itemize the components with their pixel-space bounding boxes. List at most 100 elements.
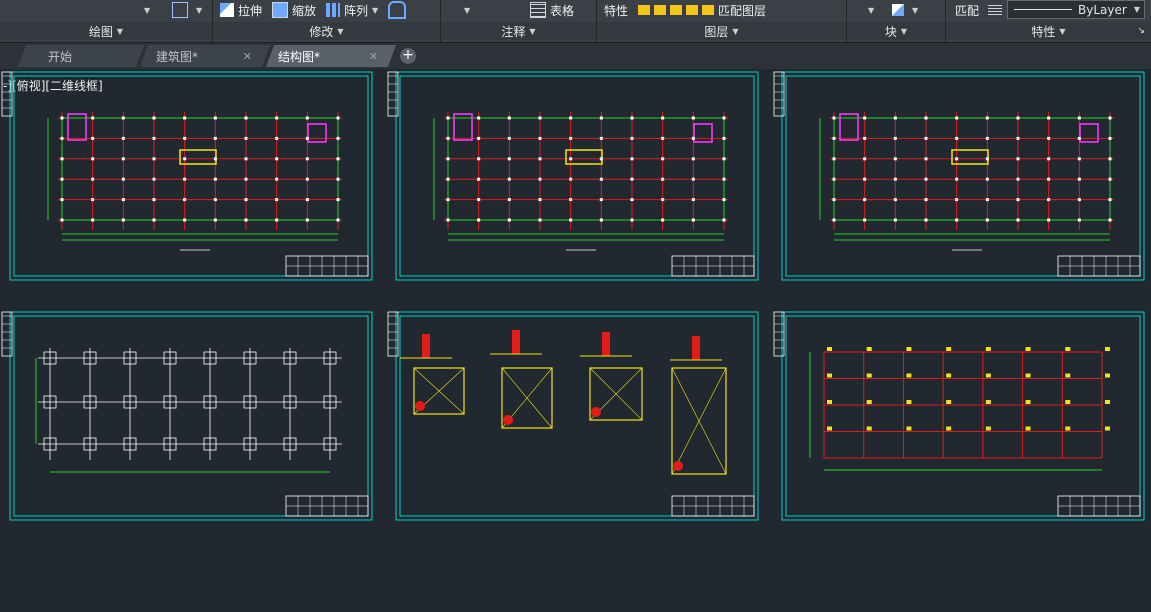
panel-title-annotation[interactable]: 注释 ▼ bbox=[441, 22, 596, 40]
close-icon[interactable]: ✕ bbox=[369, 50, 378, 63]
block-edit-button[interactable]: ▼ bbox=[892, 0, 918, 20]
layer-off-icon[interactable] bbox=[654, 5, 667, 15]
column-mark bbox=[569, 177, 573, 181]
column-mark bbox=[1047, 177, 1051, 181]
column-tag bbox=[985, 347, 991, 351]
column-mark bbox=[1016, 157, 1020, 161]
layer-properties-button[interactable]: 特性 bbox=[604, 2, 628, 19]
column-mark bbox=[121, 177, 125, 181]
column-tag bbox=[906, 400, 912, 404]
sheet-inner-border bbox=[399, 75, 755, 277]
column-mark bbox=[1108, 136, 1112, 140]
panel-title-properties[interactable]: 特性 ▼ ↘ bbox=[946, 22, 1151, 40]
column-mark bbox=[60, 198, 64, 202]
column-mark bbox=[985, 116, 989, 120]
column-mark bbox=[985, 136, 989, 140]
scale-button[interactable]: 缩放 bbox=[272, 2, 316, 19]
column-mark bbox=[183, 177, 187, 181]
column-mark bbox=[446, 177, 450, 181]
lineweight-icon[interactable] bbox=[988, 0, 1002, 20]
block-insert-caret[interactable]: ▼ bbox=[864, 0, 874, 20]
column-mark bbox=[1077, 157, 1081, 161]
stretch-button[interactable]: 拉伸 bbox=[220, 2, 262, 19]
stair-symbol bbox=[307, 123, 327, 143]
column-mark bbox=[213, 116, 217, 120]
close-icon[interactable]: ✕ bbox=[243, 50, 252, 63]
scale-icon bbox=[272, 2, 289, 18]
panel-title-draw[interactable]: 绘图 ▼ bbox=[0, 22, 212, 40]
array-button[interactable]: 阵列 ▼ bbox=[326, 2, 378, 19]
pier-section bbox=[422, 334, 430, 358]
column-mark bbox=[863, 177, 867, 181]
panel-title-layers[interactable]: 图层 ▼ bbox=[597, 22, 846, 40]
column-mark bbox=[477, 116, 481, 120]
column-mark bbox=[152, 177, 156, 181]
column-mark bbox=[507, 177, 511, 181]
sheet-outer-border bbox=[395, 71, 759, 281]
tab-structure[interactable]: 结构图* ✕ bbox=[266, 45, 396, 67]
ramp-symbol bbox=[951, 149, 989, 165]
column-tag bbox=[906, 347, 912, 351]
tab-start[interactable]: 开始 bbox=[18, 45, 144, 67]
column-mark bbox=[1016, 136, 1020, 140]
column-mark bbox=[893, 218, 897, 222]
new-tab-button[interactable]: + bbox=[400, 48, 416, 64]
linetype-dropdown[interactable]: ByLayer ▼ bbox=[1007, 0, 1145, 19]
layer-freeze-icon[interactable] bbox=[670, 5, 683, 15]
column-mark bbox=[691, 157, 695, 161]
column-mark bbox=[722, 218, 726, 222]
column-mark bbox=[507, 157, 511, 161]
column-mark bbox=[152, 116, 156, 120]
building-outline bbox=[61, 117, 339, 221]
match-layer-button[interactable]: 匹配图层 bbox=[702, 2, 766, 19]
column-mark bbox=[538, 116, 542, 120]
column-mark bbox=[538, 218, 542, 222]
ramp-symbol bbox=[179, 149, 217, 165]
column-mark bbox=[336, 198, 340, 202]
column-mark bbox=[213, 198, 217, 202]
panel-title-block[interactable]: 块 ▼ bbox=[847, 22, 945, 40]
column-mark bbox=[599, 116, 603, 120]
sheet-inner-border bbox=[13, 75, 369, 277]
column-mark bbox=[305, 198, 309, 202]
layer-isolate-icon[interactable] bbox=[638, 5, 651, 15]
sheet-outer-border bbox=[9, 71, 373, 281]
column-mark bbox=[244, 218, 248, 222]
layer-lock-icon[interactable] bbox=[686, 5, 699, 15]
column-mark bbox=[569, 136, 573, 140]
table-button[interactable]: 表格 bbox=[530, 0, 574, 20]
sheet-outer-border bbox=[395, 311, 759, 521]
column-mark bbox=[305, 116, 309, 120]
column-mark bbox=[183, 116, 187, 120]
column-mark bbox=[924, 116, 928, 120]
column-tag bbox=[866, 426, 872, 431]
dialog-launcher-icon[interactable]: ↘ bbox=[1137, 26, 1145, 36]
column-mark bbox=[275, 198, 279, 202]
tab-architecture[interactable]: 建筑图* ✕ bbox=[140, 45, 270, 67]
column-mark bbox=[1016, 116, 1020, 120]
column-mark bbox=[275, 136, 279, 140]
column-mark bbox=[832, 218, 836, 222]
column-mark bbox=[661, 157, 665, 161]
column-tag bbox=[946, 426, 952, 431]
column-mark bbox=[955, 116, 959, 120]
column-mark bbox=[893, 198, 897, 202]
panel-title-modify[interactable]: 修改 ▼ bbox=[213, 22, 440, 40]
column-mark bbox=[893, 177, 897, 181]
draw-more-caret[interactable]: ▼ bbox=[140, 0, 150, 20]
column-tag bbox=[1065, 373, 1071, 378]
column-mark bbox=[336, 177, 340, 181]
column-mark bbox=[446, 198, 450, 202]
column-mark bbox=[91, 116, 95, 120]
match-properties-button[interactable]: 匹配 bbox=[955, 0, 979, 20]
column-tag bbox=[866, 347, 872, 351]
column-mark bbox=[507, 136, 511, 140]
column-mark bbox=[1077, 136, 1081, 140]
annotation-more-caret[interactable]: ▼ bbox=[460, 0, 470, 20]
column-mark bbox=[121, 136, 125, 140]
column-mark bbox=[213, 157, 217, 161]
edit-polyline-button[interactable] bbox=[388, 1, 410, 19]
block-edit-icon bbox=[892, 4, 904, 16]
column-mark bbox=[630, 177, 634, 181]
boundary-tool[interactable]: ▼ bbox=[172, 0, 202, 20]
